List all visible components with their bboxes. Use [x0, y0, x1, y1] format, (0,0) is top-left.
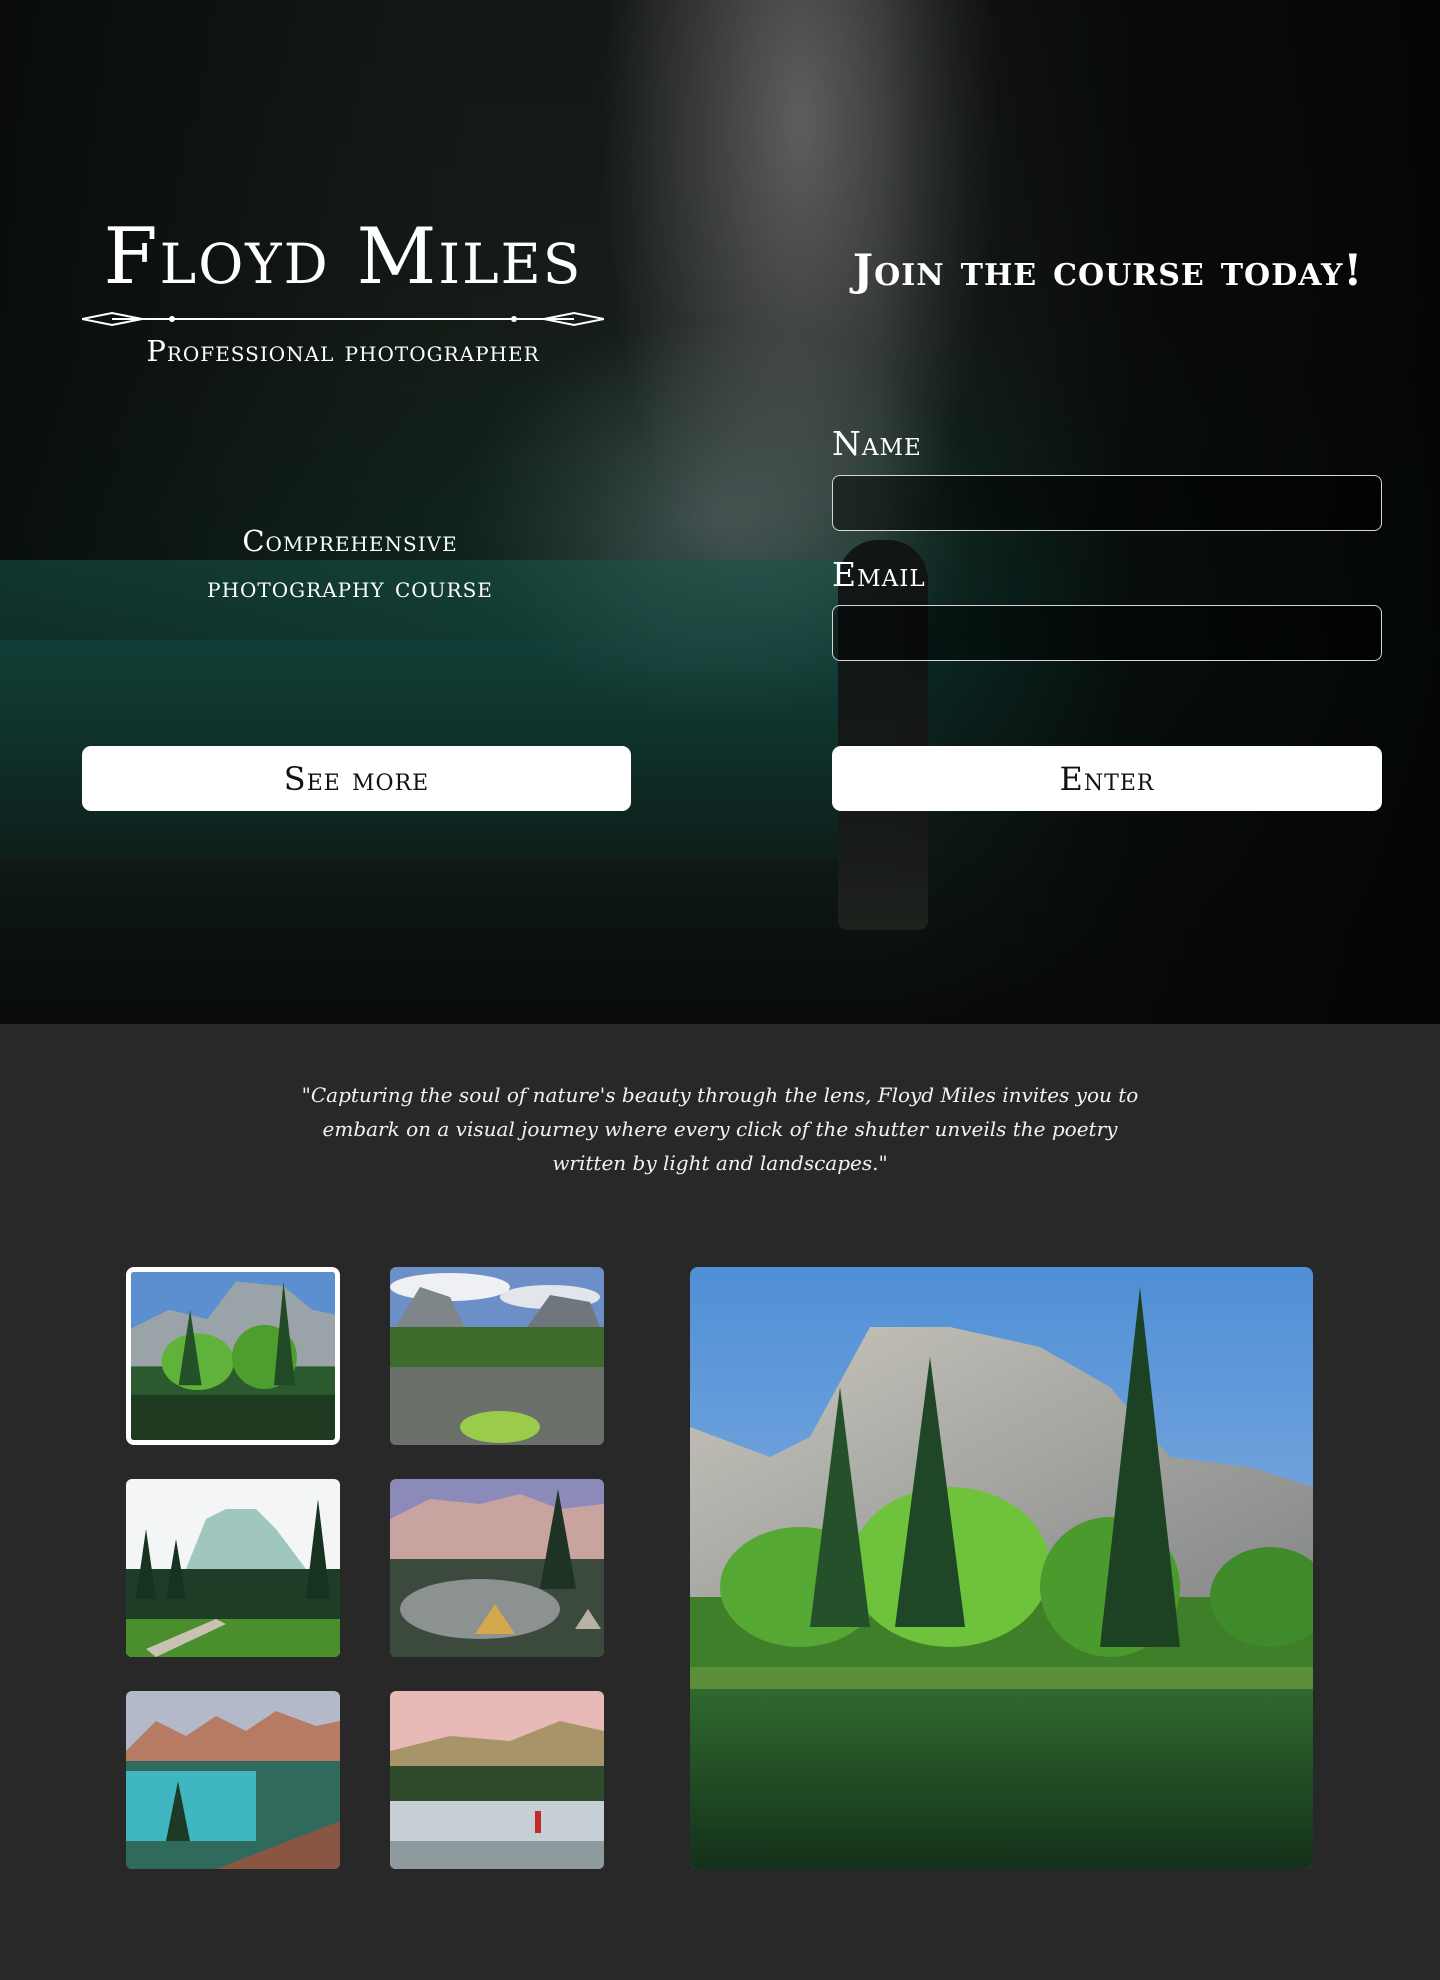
gallery-thumb-turquoise-lake[interactable]	[126, 1691, 340, 1869]
turquoise-lake-thumb-image	[126, 1691, 340, 1869]
river-valley-thumb-image	[390, 1267, 604, 1445]
name-label: Name	[832, 424, 922, 463]
signup-title: Join the course today!	[852, 246, 1364, 296]
course-heading-line-2: photography course	[207, 570, 493, 604]
brand-block: Floyd Miles Professional photographer	[82, 218, 604, 368]
gallery-thumb-mountain-camp[interactable]	[390, 1479, 604, 1657]
gallery-thumb-el-capitan[interactable]	[126, 1267, 340, 1445]
see-more-button[interactable]: See more	[82, 746, 631, 811]
name-field[interactable]	[832, 475, 1382, 531]
main-photo-image	[690, 1267, 1313, 1869]
brand-subtitle: Professional photographer	[146, 334, 540, 368]
quote-text: "Capturing the soul of nature's beauty t…	[301, 1083, 1139, 1175]
gallery-thumb-pine-meadow[interactable]	[126, 1479, 340, 1657]
gallery-thumb-river-valley[interactable]	[390, 1267, 604, 1445]
el-capitan-thumb-image	[131, 1272, 335, 1440]
gallery-thumb-misty-lake[interactable]	[390, 1691, 604, 1869]
course-heading-line-1: Comprehensive	[242, 524, 458, 558]
course-heading: Comprehensive photography course	[120, 518, 580, 610]
flourish-divider-icon	[82, 311, 604, 327]
email-field[interactable]	[832, 605, 1382, 661]
gallery-main-photo	[690, 1267, 1313, 1869]
misty-lake-thumb-image	[390, 1691, 604, 1869]
mountain-camp-thumb-image	[390, 1479, 604, 1657]
enter-button[interactable]: Enter	[832, 746, 1382, 811]
email-label: Email	[832, 555, 926, 594]
brand-name: Floyd Miles	[103, 212, 583, 302]
hero-section: Floyd Miles Professional photographer Co…	[0, 0, 1440, 1024]
pine-meadow-thumb-image	[126, 1479, 340, 1657]
